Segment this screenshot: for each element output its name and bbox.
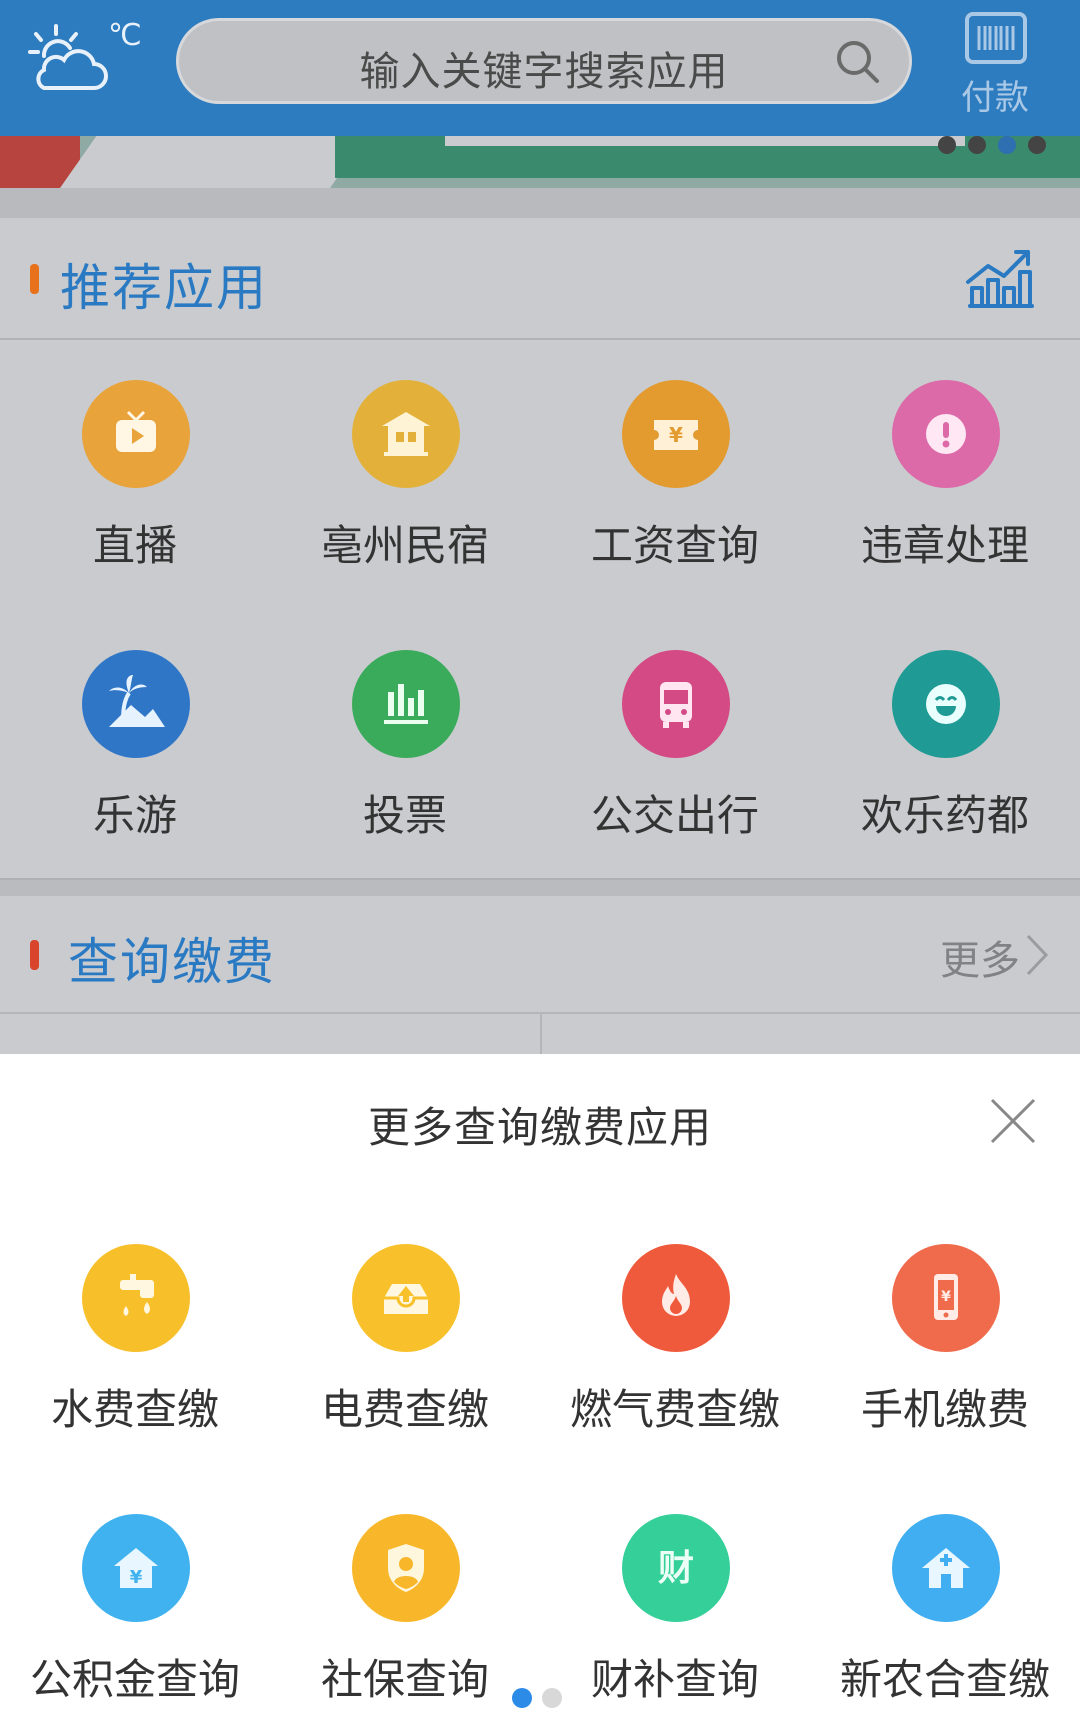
app-subsidy[interactable]: 财 财补查询 bbox=[540, 1474, 810, 1718]
sheet-page-indicator bbox=[512, 1688, 562, 1708]
banner-indicator bbox=[938, 136, 1046, 154]
app-label: 新农合查缴 bbox=[839, 1655, 1050, 1704]
app-label: 燃气费查缴 bbox=[569, 1385, 780, 1434]
chevron-right-icon[interactable] bbox=[1022, 932, 1052, 978]
app-live[interactable]: 直播 bbox=[0, 340, 270, 610]
search-icon[interactable] bbox=[833, 37, 883, 87]
section-accent-bar bbox=[30, 264, 39, 294]
app-label: 水费查缴 bbox=[50, 1385, 219, 1434]
house-icon bbox=[352, 380, 460, 488]
app-homestay[interactable]: 亳州民宿 bbox=[270, 340, 540, 610]
app-label: 投票 bbox=[362, 791, 447, 840]
upload-tray-icon bbox=[352, 1244, 460, 1352]
palm-tree-icon bbox=[82, 650, 190, 758]
app-rural-insurance[interactable]: 新农合查缴 bbox=[810, 1474, 1080, 1718]
phone-yen-icon: ¥ bbox=[892, 1244, 1000, 1352]
app-label: 电费查缴 bbox=[320, 1385, 489, 1434]
cloud-sun-icon[interactable] bbox=[26, 22, 116, 102]
recommended-section-header: 推荐应用 bbox=[0, 218, 1080, 340]
app-salary-query[interactable]: ¥ 工资查询 bbox=[540, 340, 810, 610]
app-housing-fund[interactable]: ¥ 公积金查询 bbox=[0, 1474, 270, 1718]
app-label: 手机缴费 bbox=[860, 1385, 1029, 1434]
payment-app-grid: 水费查缴 电费查缴 燃气费查缴 ¥ 手机缴费 ¥ 公积金查询 社保查询 财 财补… bbox=[0, 1204, 1080, 1718]
section-title: 查询缴费 bbox=[68, 933, 276, 991]
section-title: 推荐应用 bbox=[60, 259, 268, 317]
pay-label[interactable]: 付款 bbox=[960, 70, 1030, 119]
bar-chart-icon bbox=[352, 650, 460, 758]
section-accent-bar bbox=[30, 940, 39, 970]
bus-icon bbox=[622, 650, 730, 758]
app-water-fee[interactable]: 水费查缴 bbox=[0, 1204, 270, 1474]
svg-text:¥: ¥ bbox=[130, 1567, 143, 1588]
svg-text:¥: ¥ bbox=[941, 1289, 951, 1305]
app-phone-fee[interactable]: ¥ 手机缴费 bbox=[810, 1204, 1080, 1474]
app-social-security[interactable]: 社保查询 bbox=[270, 1474, 540, 1718]
app-electricity-fee[interactable]: 电费查缴 bbox=[270, 1204, 540, 1474]
shield-person-icon bbox=[352, 1514, 460, 1622]
more-link[interactable]: 更多 bbox=[940, 928, 1020, 986]
cai-icon: 财 bbox=[622, 1514, 730, 1622]
payment-section-header: 查询缴费 更多 bbox=[0, 896, 1080, 1012]
app-label: 社保查询 bbox=[320, 1655, 489, 1704]
app-label: 财补查询 bbox=[590, 1655, 759, 1704]
svg-text:财: 财 bbox=[658, 1548, 694, 1589]
app-bus[interactable]: 公交出行 bbox=[540, 610, 810, 880]
app-happy-yaodu[interactable]: 欢乐药都 bbox=[810, 610, 1080, 880]
warning-icon bbox=[892, 380, 1000, 488]
svg-text:¥: ¥ bbox=[669, 423, 683, 447]
app-violation[interactable]: 违章处理 bbox=[810, 340, 1080, 610]
app-label: 公交出行 bbox=[590, 791, 759, 840]
tv-play-icon bbox=[82, 380, 190, 488]
app-label: 工资查询 bbox=[590, 521, 759, 570]
ticket-yen-icon: ¥ bbox=[622, 380, 730, 488]
search-placeholder: 输入关键字搜索应用 bbox=[359, 49, 729, 95]
banner-carousel[interactable] bbox=[0, 136, 1080, 188]
app-label: 公积金查询 bbox=[29, 1655, 240, 1704]
app-label: 违章处理 bbox=[860, 521, 1029, 570]
app-label: 欢乐药都 bbox=[860, 791, 1029, 840]
app-gas-fee[interactable]: 燃气费查缴 bbox=[540, 1204, 810, 1474]
app-travel[interactable]: 乐游 bbox=[0, 610, 270, 880]
flame-icon bbox=[622, 1244, 730, 1352]
app-label: 乐游 bbox=[92, 791, 177, 840]
faucet-icon bbox=[82, 1244, 190, 1352]
trend-chart-icon[interactable] bbox=[964, 248, 1034, 308]
close-icon[interactable] bbox=[988, 1096, 1038, 1146]
app-vote[interactable]: 投票 bbox=[270, 610, 540, 880]
payment-grid-top bbox=[0, 1012, 1080, 1056]
temperature-unit: ℃ bbox=[108, 18, 142, 53]
top-header: ℃ 输入关键字搜索应用 付款 bbox=[0, 0, 1080, 136]
more-payment-sheet: 更多查询缴费应用 水费查缴 电费查缴 燃气费查缴 ¥ 手机缴费 ¥ 公积金查询 … bbox=[0, 1054, 1080, 1718]
app-label: 直播 bbox=[92, 521, 177, 570]
house-yen-icon: ¥ bbox=[82, 1514, 190, 1622]
sheet-title: 更多查询缴费应用 bbox=[367, 1103, 712, 1152]
house-plus-icon bbox=[892, 1514, 1000, 1622]
search-input[interactable]: 输入关键字搜索应用 bbox=[176, 18, 912, 104]
smile-icon bbox=[892, 650, 1000, 758]
recommended-app-grid: 直播 亳州民宿 ¥ 工资查询 违章处理 乐游 投票 公交出行 欢乐药都 bbox=[0, 340, 1080, 880]
app-label: 亳州民宿 bbox=[320, 521, 489, 570]
